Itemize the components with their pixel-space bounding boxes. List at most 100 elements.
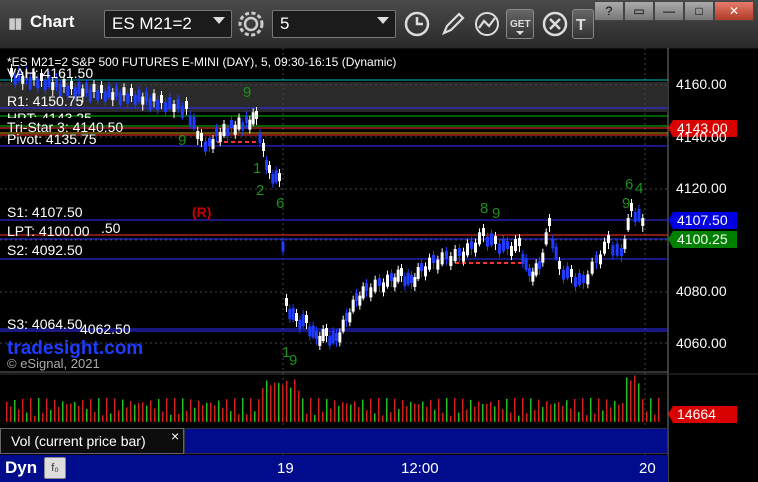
volume-bar: [170, 414, 172, 422]
pencil-icon[interactable]: [438, 9, 468, 39]
close-icon[interactable]: ×: [171, 428, 179, 444]
volume-bar: [482, 403, 484, 422]
minimize-icon[interactable]: —: [654, 1, 684, 21]
volume-bar: [578, 411, 580, 422]
volume-bar: [242, 398, 244, 422]
lpt-price-tag: 4100.25: [677, 231, 728, 247]
interval-select[interactable]: 5: [272, 10, 396, 38]
tile-icon[interactable]: ▭: [624, 1, 654, 21]
volume-bar: [646, 411, 648, 422]
price-axis-label: 4120.00: [676, 180, 727, 196]
r1-label: R1: 4150.75: [7, 93, 84, 109]
link-icon[interactable]: f₀: [44, 457, 66, 479]
chevron-down-icon[interactable]: [377, 17, 389, 24]
volume-bar: [374, 413, 376, 422]
volume-bar: [442, 412, 444, 422]
volume-bar: [638, 383, 640, 422]
volume-bar: [34, 415, 36, 422]
td-count-label: 9: [289, 352, 298, 369]
volume-bar: [102, 415, 104, 422]
volume-bar: [642, 399, 644, 422]
volume-bar: [354, 401, 356, 422]
clock-icon[interactable]: [402, 9, 432, 39]
volume-bar: [194, 407, 196, 422]
s3-overlap-label: 4062.50: [80, 321, 131, 337]
volume-bar: [246, 414, 248, 422]
close-icon[interactable]: ✕: [714, 1, 754, 21]
study-icon[interactable]: [472, 9, 502, 39]
close-circle-icon[interactable]: [540, 9, 570, 39]
volume-bar: [350, 404, 352, 422]
volume-bar: [338, 405, 340, 422]
volume-bar: [166, 398, 168, 422]
volume-study-bar: [184, 428, 668, 454]
symbol-select[interactable]: ES M21=2: [104, 10, 232, 38]
s1-price-tag: 4107.50: [677, 212, 728, 228]
volume-bar: [174, 398, 176, 422]
volume-bar: [386, 398, 388, 422]
volume-bar: [50, 409, 52, 422]
volume-bar: [334, 400, 336, 422]
volume-bar: [562, 405, 564, 422]
volume-bar: [654, 414, 656, 422]
volume-bar: [406, 406, 408, 422]
time-axis-label: 19: [277, 460, 294, 477]
volume-bar: [206, 402, 208, 422]
volume-bar: [650, 398, 652, 422]
volume-bar: [434, 409, 436, 422]
volume-bar: [214, 405, 216, 422]
volume-bar: [658, 398, 660, 422]
volume-bar: [634, 375, 636, 422]
volume-bar: [150, 400, 152, 422]
volume-bar: [234, 398, 236, 422]
volume-bar: [370, 398, 372, 422]
text-icon[interactable]: T: [572, 9, 594, 39]
chart-titlebar: ▮▮ Chart ES M21=2 5 GET T ? ▭ — □ ✕: [0, 0, 758, 49]
volume-bar: [270, 385, 272, 422]
volume-bar: [162, 411, 164, 422]
volume-bar: [394, 398, 396, 422]
volume-bar: [198, 400, 200, 422]
window-title: Chart: [30, 12, 75, 31]
td-count-label: 9: [243, 84, 252, 101]
dyn-label: Dyn: [5, 458, 38, 477]
volume-bar: [326, 398, 328, 422]
volume-bar: [38, 398, 40, 422]
volume-bar: [22, 398, 24, 422]
volume-bar: [250, 398, 252, 422]
volume-bar: [598, 398, 600, 422]
volume-bar: [466, 409, 468, 422]
price-chart[interactable]: [0, 48, 758, 482]
volume-bar: [590, 398, 592, 422]
time-axis-label: 12:00: [401, 460, 439, 477]
volume-bar: [82, 400, 84, 422]
volume-bar: [54, 399, 56, 422]
volume-bar: [546, 401, 548, 422]
volume-bar: [614, 400, 616, 422]
volume-bar: [118, 410, 120, 422]
volume-bar: [26, 412, 28, 422]
volume-bar: [502, 409, 504, 422]
volume-bar: [574, 398, 576, 422]
volume-study-label[interactable]: Vol (current price bar): [0, 428, 184, 454]
chevron-down-icon[interactable]: [213, 17, 225, 24]
volume-bar: [110, 413, 112, 422]
volume-bar: [306, 413, 308, 422]
volume-bar: [254, 411, 256, 422]
maximize-icon[interactable]: □: [684, 1, 714, 21]
restore-icon[interactable]: ?: [594, 1, 624, 21]
get-icon[interactable]: GET: [506, 9, 534, 39]
settings-gear-icon[interactable]: [236, 9, 266, 39]
volume-bar: [278, 382, 280, 422]
volume-bar: [190, 399, 192, 422]
volume-bar: [390, 412, 392, 422]
volume-bar: [490, 401, 492, 422]
volume-bar: [506, 398, 508, 422]
current-price-tag: 4143.00: [677, 120, 728, 136]
volume-bar: [274, 382, 276, 422]
volume-bar: [558, 402, 560, 422]
volume-bar: [382, 415, 384, 422]
volume-bar: [366, 410, 368, 422]
drag-grip-icon[interactable]: ▮▮: [8, 14, 22, 32]
volume-bar: [414, 403, 416, 422]
